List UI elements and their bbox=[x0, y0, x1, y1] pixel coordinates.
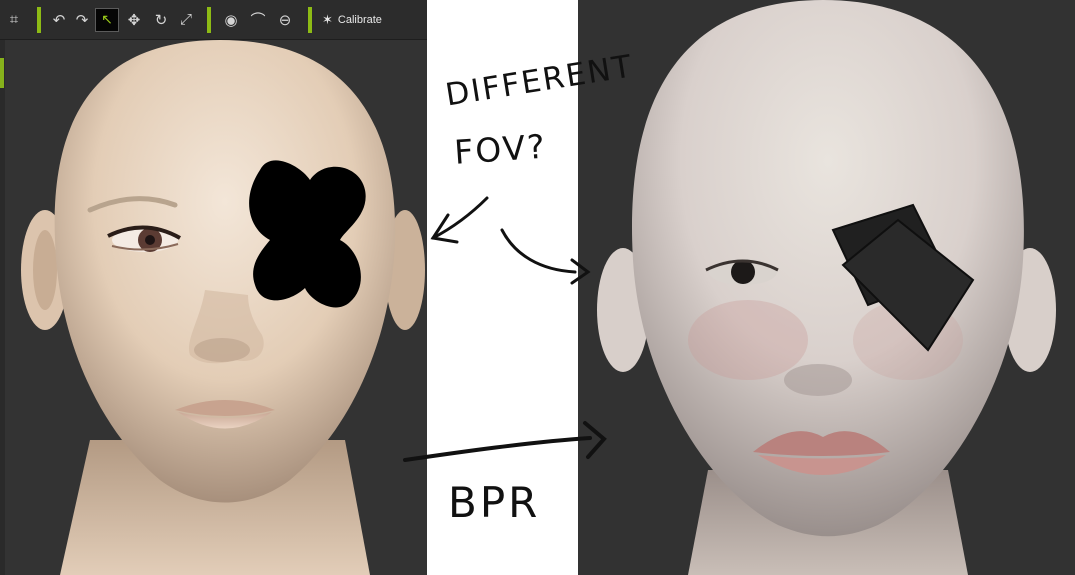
select-arrow-glyph: ↖ bbox=[101, 11, 113, 27]
lower-lid-glyph: ⌒ bbox=[250, 12, 266, 29]
camera-icon-glyph: ⌗ bbox=[9, 11, 19, 28]
move-icon[interactable]: ✥ bbox=[122, 7, 146, 33]
move-icon-glyph: ✥ bbox=[127, 11, 141, 29]
calibrate-label: Calibrate bbox=[337, 13, 382, 26]
select-arrow-icon[interactable]: ↖ bbox=[95, 7, 119, 32]
undo-icon-glyph: ↶ bbox=[52, 11, 66, 29]
toolbar: ⌗ ↶ ↷ ↖ ✥ ↻ ⤢ ◉ ⌒ ⊖ ✶ Calibrate bbox=[0, 0, 427, 40]
calibrate-icon: ✶ bbox=[322, 11, 333, 27]
calibrate-button[interactable]: ✶ Calibrate bbox=[322, 12, 382, 28]
eye-icon[interactable]: ◉ bbox=[219, 7, 243, 33]
lower-lid-icon[interactable]: ⌒ bbox=[246, 7, 270, 33]
redo-icon[interactable]: ↷ bbox=[72, 7, 92, 33]
mouth-icon[interactable]: ⊖ bbox=[273, 7, 297, 33]
scale-icon[interactable]: ⤢ bbox=[176, 7, 196, 33]
annotation-fov: FOV? bbox=[453, 126, 548, 172]
scale-icon-glyph: ⤢ bbox=[179, 11, 192, 28]
left-viewport-panel: ⌗ ↶ ↷ ↖ ✥ ↻ ⤢ ◉ ⌒ ⊖ ✶ Calibrate bbox=[0, 0, 427, 575]
annotation-bpr: BPR bbox=[448, 478, 541, 527]
eye-icon-glyph: ◉ bbox=[224, 11, 238, 29]
bpr-render-panel bbox=[578, 0, 1075, 575]
undo-icon[interactable]: ↶ bbox=[49, 7, 69, 33]
bpr-face-render bbox=[597, 0, 1056, 575]
realtime-face-render bbox=[21, 40, 425, 575]
rotate-icon-glyph: ↻ bbox=[154, 11, 168, 29]
toolbar-separator bbox=[207, 6, 211, 33]
redo-icon-glyph: ↷ bbox=[75, 11, 89, 29]
mouth-icon-glyph: ⊖ bbox=[278, 11, 292, 29]
toolbar-separator bbox=[308, 6, 312, 33]
camera-icon[interactable]: ⌗ bbox=[2, 7, 26, 33]
rotate-icon[interactable]: ↻ bbox=[149, 7, 173, 33]
toolbar-separator bbox=[37, 6, 41, 33]
